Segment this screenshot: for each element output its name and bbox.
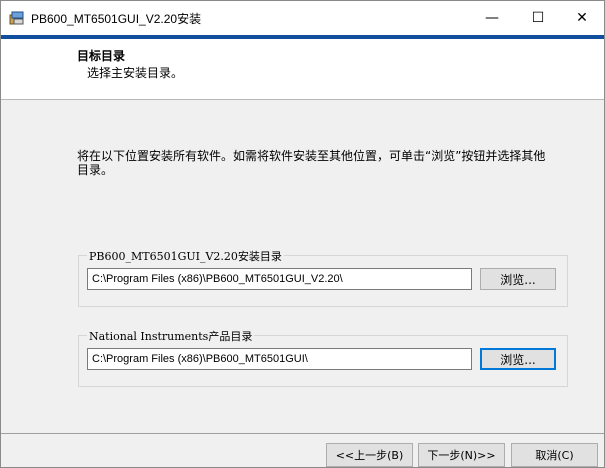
next-button[interactable]: 下一步(N)>> bbox=[418, 443, 505, 467]
installer-window: PB600_MT6501GUI_V2.20安装 — ☐ ✕ 目标目录 选择主安装… bbox=[0, 0, 605, 468]
close-button[interactable]: ✕ bbox=[559, 1, 605, 35]
footer-divider bbox=[1, 433, 604, 434]
page-header: 目标目录 选择主安装目录。 bbox=[1, 39, 604, 100]
maximize-button[interactable]: ☐ bbox=[515, 1, 561, 35]
window-title: PB600_MT6501GUI_V2.20安装 bbox=[31, 12, 202, 26]
install-description: 将在以下位置安装所有软件。如需将软件安装至其他位置，可单击“浏览”按钮并选择其他… bbox=[77, 149, 546, 177]
page-subtitle: 选择主安装目录。 bbox=[87, 66, 184, 80]
install-dir-field[interactable]: C:\Program Files (x86)\PB600_MT6501GUI_V… bbox=[87, 268, 472, 290]
ni-dir-group: National Instruments产品目录 C:\Program File… bbox=[78, 328, 568, 387]
maximize-icon: ☐ bbox=[531, 10, 545, 26]
title-bar: PB600_MT6501GUI_V2.20安装 — ☐ ✕ bbox=[1, 1, 604, 39]
browse-install-dir-button[interactable]: 浏览... bbox=[480, 268, 556, 290]
page-title: 目标目录 bbox=[77, 49, 126, 63]
cancel-button[interactable]: 取消(C) bbox=[511, 443, 598, 467]
browse-ni-dir-button[interactable]: 浏览... bbox=[480, 348, 556, 370]
ni-dir-field[interactable]: C:\Program Files (x86)\PB600_MT6501GUI\ bbox=[87, 348, 472, 370]
minimize-icon: — bbox=[485, 10, 499, 26]
install-dir-group: PB600_MT6501GUI_V2.20安装目录 C:\Program Fil… bbox=[78, 248, 568, 307]
back-button[interactable]: <<上一步(B) bbox=[326, 443, 413, 467]
installer-icon bbox=[9, 11, 24, 25]
minimize-button[interactable]: — bbox=[469, 1, 515, 35]
close-icon: ✕ bbox=[576, 10, 588, 26]
ni-dir-legend: National Instruments产品目录 bbox=[87, 328, 255, 344]
install-dir-legend: PB600_MT6501GUI_V2.20安装目录 bbox=[87, 248, 284, 264]
